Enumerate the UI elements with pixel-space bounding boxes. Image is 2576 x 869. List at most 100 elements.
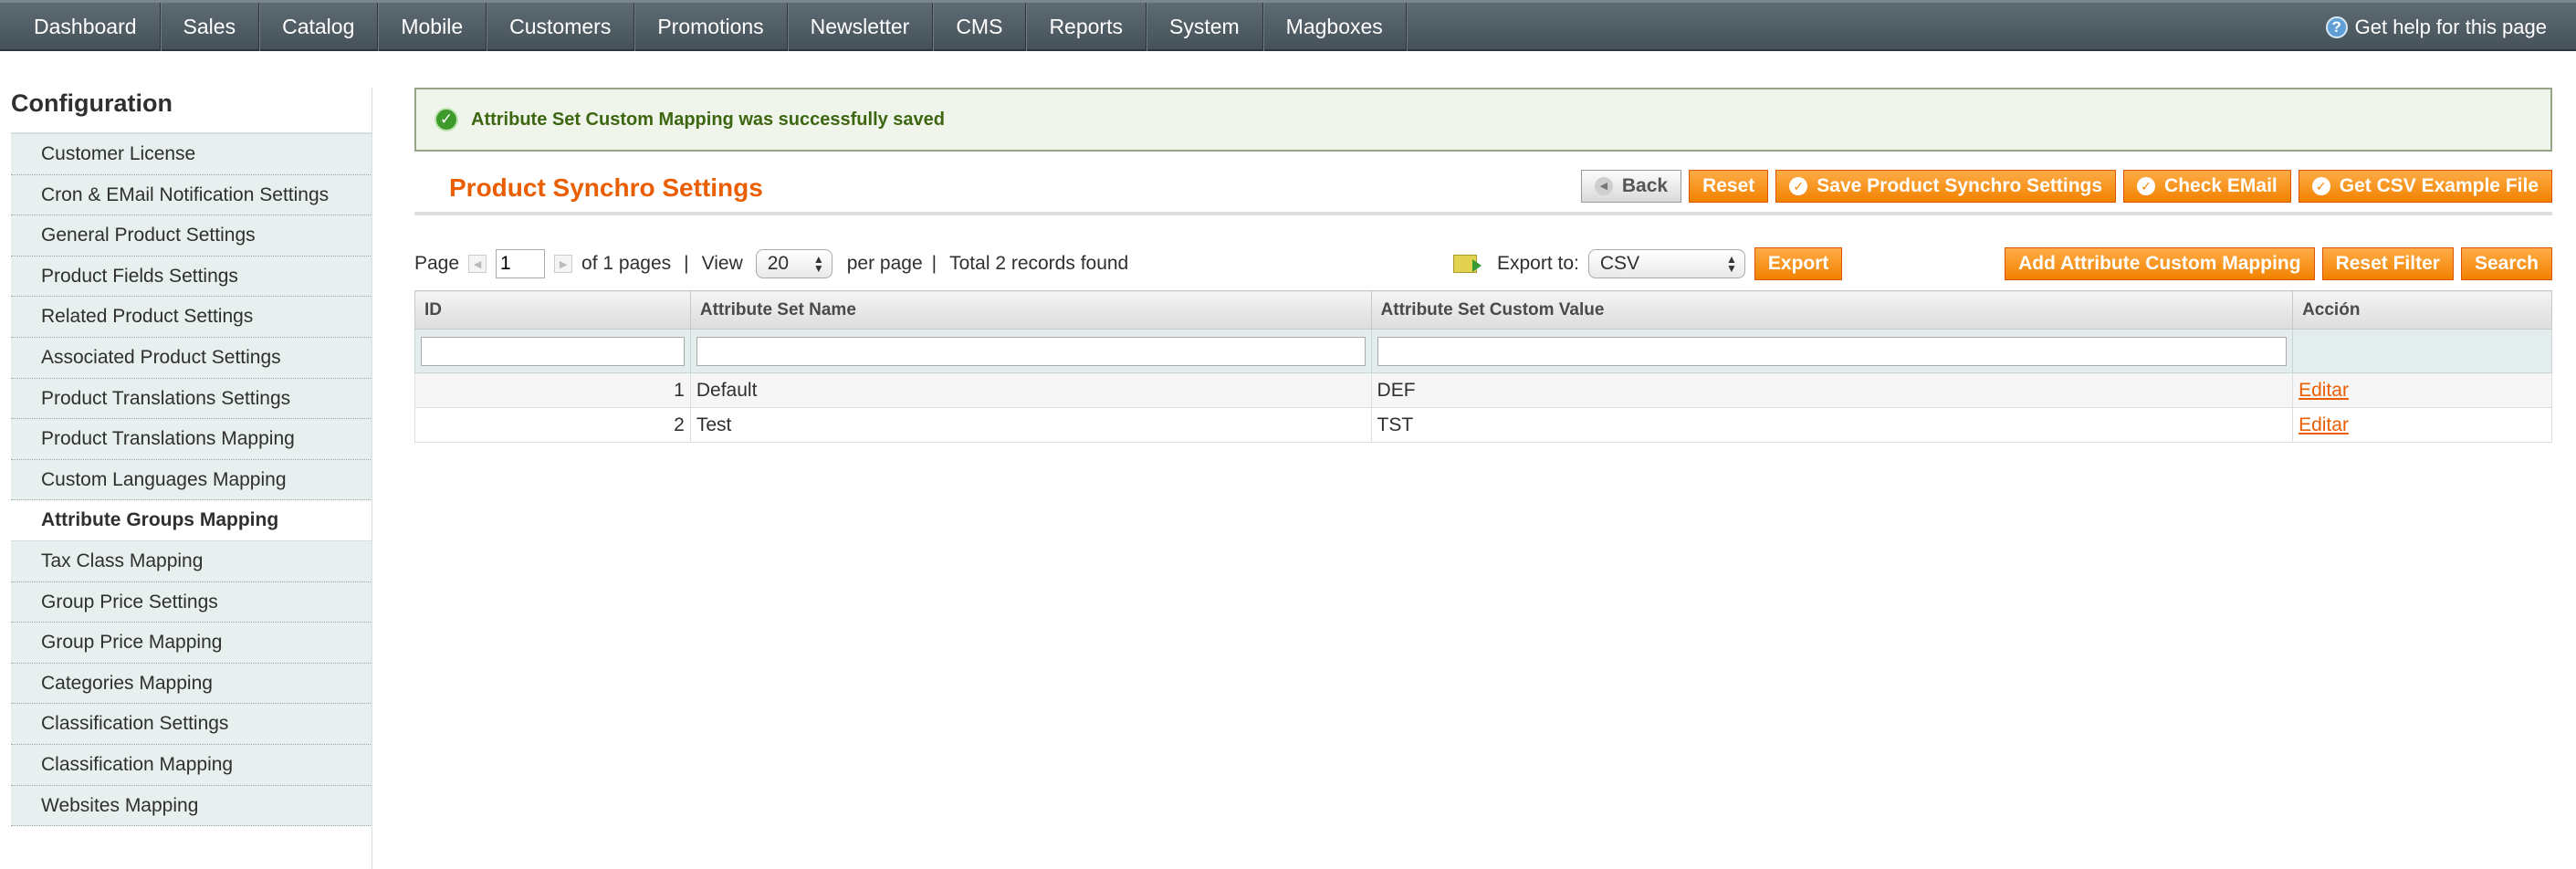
edit-link[interactable]: Editar bbox=[2299, 380, 2349, 401]
next-page-icon[interactable]: ▶ bbox=[554, 255, 573, 273]
pager-separator: | bbox=[684, 253, 689, 274]
check-circle-icon: ✓ bbox=[435, 108, 458, 131]
reset-filter-button[interactable]: Reset Filter bbox=[2321, 247, 2454, 280]
sidebar-item-group-price-settings[interactable]: Group Price Settings bbox=[11, 581, 372, 623]
nav-item-system[interactable]: System bbox=[1147, 3, 1263, 51]
export-format-value: CSV bbox=[1599, 253, 1640, 274]
sidebar-item-cron-email[interactable]: Cron & EMail Notification Settings bbox=[11, 174, 372, 216]
export-folder-icon bbox=[1453, 255, 1482, 273]
select-arrows-icon: ▲ ▼ bbox=[1726, 253, 1737, 275]
top-navigation: Dashboard Sales Catalog Mobile Customers… bbox=[0, 0, 2576, 51]
nav-item-promotions[interactable]: Promotions bbox=[634, 3, 788, 51]
sidebar-item-customer-license[interactable]: Customer License bbox=[11, 134, 372, 175]
search-button-label: Search bbox=[2474, 253, 2539, 274]
header-buttons: ◀ Back Reset ✓ Save Product Synchro Sett… bbox=[1580, 170, 2552, 203]
select-arrows-icon: ▲ ▼ bbox=[812, 253, 824, 275]
check-email-button[interactable]: ✓ Check EMail bbox=[2123, 170, 2291, 203]
save-settings-button-label: Save Product Synchro Settings bbox=[1817, 175, 2103, 196]
nav-item-customers[interactable]: Customers bbox=[487, 3, 635, 51]
nav-item-dashboard[interactable]: Dashboard bbox=[11, 3, 161, 51]
mapping-grid: ID Attribute Set Name Attribute Set Cust… bbox=[414, 290, 2552, 443]
page-label: Page bbox=[414, 253, 460, 274]
sidebar-title: Configuration bbox=[11, 73, 372, 134]
back-button[interactable]: ◀ Back bbox=[1580, 170, 1682, 203]
total-records-text: Total 2 records found bbox=[949, 253, 1129, 274]
reset-filter-button-label: Reset Filter bbox=[2335, 253, 2440, 274]
table-row[interactable]: 1 Default DEF Editar bbox=[414, 372, 2552, 408]
sidebar-item-product-translations-mapping[interactable]: Product Translations Mapping bbox=[11, 419, 372, 460]
sidebar-item-related-product[interactable]: Related Product Settings bbox=[11, 297, 372, 338]
sidebar-item-websites-mapping[interactable]: Websites Mapping bbox=[11, 785, 372, 827]
csv-example-button-label: Get CSV Example File bbox=[2339, 175, 2539, 196]
export-controls: Export to: CSV ▲ ▼ Export bbox=[1453, 246, 1843, 281]
column-header-custom-value[interactable]: Attribute Set Custom Value bbox=[1370, 290, 2294, 330]
add-mapping-button[interactable]: Add Attribute Custom Mapping bbox=[2005, 247, 2315, 280]
search-button[interactable]: Search bbox=[2460, 247, 2552, 280]
help-icon: ? bbox=[2325, 16, 2348, 38]
csv-example-button[interactable]: ✓ Get CSV Example File bbox=[2298, 170, 2552, 203]
save-settings-button[interactable]: ✓ Save Product Synchro Settings bbox=[1775, 170, 2117, 203]
sidebar-item-categories-mapping[interactable]: Categories Mapping bbox=[11, 663, 372, 705]
row-custom-value: DEF bbox=[1370, 372, 2294, 408]
check-email-button-label: Check EMail bbox=[2164, 175, 2278, 196]
page-header: Product Synchro Settings ◀ Back Reset ✓ … bbox=[414, 164, 2552, 215]
back-button-label: Back bbox=[1621, 175, 1669, 196]
reset-button[interactable]: Reset bbox=[1689, 170, 1769, 203]
page-input[interactable] bbox=[496, 249, 546, 278]
row-id: 1 bbox=[414, 372, 691, 408]
nav-item-cms[interactable]: CMS bbox=[933, 3, 1027, 51]
nav-item-catalog[interactable]: Catalog bbox=[259, 3, 379, 51]
pager-separator: | bbox=[931, 253, 937, 274]
add-mapping-button-label: Add Attribute Custom Mapping bbox=[2018, 253, 2301, 274]
per-page-select[interactable]: 20 ▲ ▼ bbox=[755, 249, 832, 278]
export-format-select[interactable]: CSV ▲ ▼ bbox=[1587, 249, 1745, 278]
row-id: 2 bbox=[414, 407, 691, 443]
success-message-text: Attribute Set Custom Mapping was success… bbox=[471, 109, 946, 130]
per-page-value: 20 bbox=[767, 253, 790, 274]
column-header-action: Acción bbox=[2292, 290, 2552, 330]
nav-item-reports[interactable]: Reports bbox=[1026, 3, 1147, 51]
config-sidebar: Configuration Customer License Cron & EM… bbox=[11, 73, 372, 827]
pager: Page ◀ ▶ of 1 pages | View 20 ▲▼ per pag… bbox=[414, 246, 1128, 281]
sidebar-item-group-price-mapping[interactable]: Group Price Mapping bbox=[11, 623, 372, 664]
sidebar-item-associated-product[interactable]: Associated Product Settings bbox=[11, 337, 372, 379]
nav-item-newsletter[interactable]: Newsletter bbox=[788, 3, 934, 51]
export-label: Export to: bbox=[1497, 253, 1579, 274]
nav-item-mobile[interactable]: Mobile bbox=[378, 3, 487, 51]
back-arrow-icon: ◀ bbox=[1594, 177, 1613, 195]
nav-menu: Dashboard Sales Catalog Mobile Customers… bbox=[11, 3, 1407, 51]
filter-row bbox=[414, 329, 2552, 373]
prev-page-icon[interactable]: ◀ bbox=[468, 255, 487, 273]
export-button-label: Export bbox=[1767, 253, 1829, 274]
table-row[interactable]: 2 Test TST Editar bbox=[414, 407, 2552, 443]
sidebar-item-classification-settings[interactable]: Classification Settings bbox=[11, 704, 372, 745]
column-header-attribute-set-name[interactable]: Attribute Set Name bbox=[689, 290, 1372, 330]
sidebar-item-attribute-groups[interactable]: Attribute Groups Mapping bbox=[11, 500, 372, 541]
filter-id-input[interactable] bbox=[421, 336, 685, 366]
sidebar-item-product-fields[interactable]: Product Fields Settings bbox=[11, 256, 372, 298]
of-pages-text: of 1 pages bbox=[581, 253, 672, 274]
grid-actions: Add Attribute Custom Mapping Reset Filte… bbox=[2005, 247, 2552, 280]
sidebar-item-general-product[interactable]: General Product Settings bbox=[11, 215, 372, 257]
filter-name-input[interactable] bbox=[696, 336, 1366, 366]
sidebar-item-tax-class[interactable]: Tax Class Mapping bbox=[11, 540, 372, 582]
row-attribute-set-name: Test bbox=[689, 407, 1372, 443]
check-icon: ✓ bbox=[2311, 177, 2330, 195]
export-button[interactable]: Export bbox=[1754, 247, 1843, 280]
help-link[interactable]: ? Get help for this page bbox=[2325, 3, 2547, 51]
nav-item-magboxes[interactable]: Magboxes bbox=[1263, 3, 1407, 51]
page-title: Product Synchro Settings bbox=[449, 173, 763, 202]
filter-value-input[interactable] bbox=[1377, 336, 2288, 366]
help-link-label: Get help for this page bbox=[2354, 16, 2547, 38]
column-header-id[interactable]: ID bbox=[414, 290, 691, 330]
sidebar-item-custom-languages[interactable]: Custom Languages Mapping bbox=[11, 459, 372, 501]
nav-item-sales[interactable]: Sales bbox=[161, 3, 260, 51]
check-icon: ✓ bbox=[1789, 177, 1808, 195]
sidebar-item-product-translations-settings[interactable]: Product Translations Settings bbox=[11, 378, 372, 420]
reset-button-label: Reset bbox=[1702, 175, 1755, 196]
per-page-label: per page bbox=[846, 253, 923, 274]
row-custom-value: TST bbox=[1370, 407, 2294, 443]
success-message: ✓ Attribute Set Custom Mapping was succe… bbox=[414, 88, 2552, 152]
sidebar-item-classification-mapping[interactable]: Classification Mapping bbox=[11, 744, 372, 786]
edit-link[interactable]: Editar bbox=[2299, 414, 2349, 435]
